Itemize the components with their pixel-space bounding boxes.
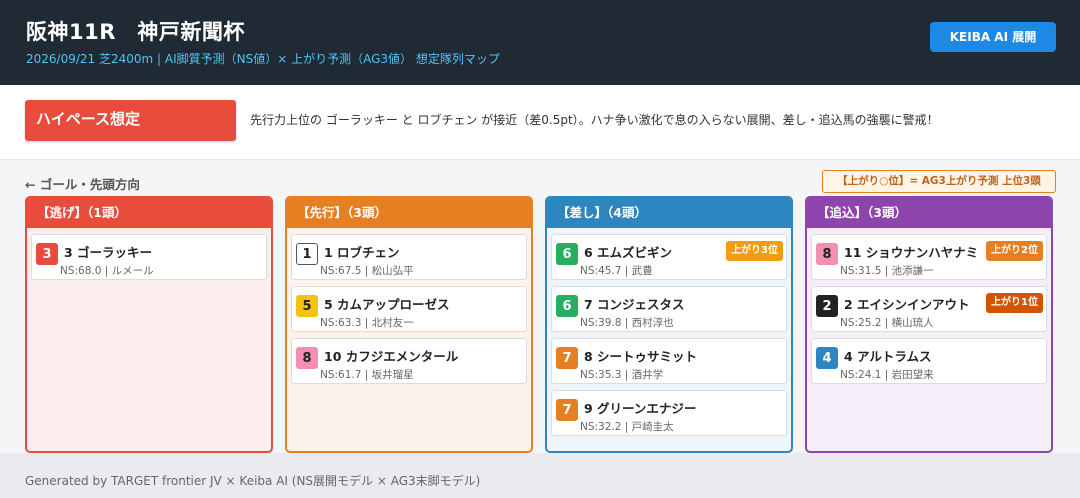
footer-credit: Generated by TARGET frontier JV × Keiba …	[25, 474, 481, 488]
gate-number: 6	[556, 243, 578, 265]
gate-number: 6	[556, 295, 578, 317]
horse-name: 1 ロブチェン	[324, 245, 400, 260]
keiba-ai-button[interactable]: KEIBA AI 展開	[930, 22, 1056, 52]
gate-number: 8	[816, 243, 838, 265]
horse-card[interactable]: 5 5 カムアップローゼス NS:63.3 | 北村友一	[291, 286, 527, 332]
pace-description: 先行力上位の ゴーラッキー と ロブチェン が接近（差0.5pt）。ハナ争い激化…	[250, 113, 939, 127]
column-body-sashi: 6 6 エムズビギン NS:45.7 | 武豊 上がり3位 6 7 コンジェスタ…	[547, 228, 791, 451]
horse-name: 8 シートゥサミット	[584, 349, 698, 364]
horse-name: 10 カフジエメンタール	[324, 349, 459, 364]
horse-card[interactable]: 1 1 ロブチェン NS:67.5 | 松山弘平	[291, 234, 527, 280]
horse-card[interactable]: 7 9 グリーンエナジー NS:32.2 | 戸崎圭太	[551, 390, 787, 436]
horse-card[interactable]: 8 10 カフジエメンタール NS:61.7 | 坂井瑠星	[291, 338, 527, 384]
pace-badge: ハイペース想定	[25, 100, 236, 141]
gate-number: 7	[556, 399, 578, 421]
race-subtitle: 2026/09/21 芝2400m | AI脚質予測（NS値）× 上がり予測（A…	[26, 52, 500, 66]
column-body-senko: 1 1 ロブチェン NS:67.5 | 松山弘平 5 5 カムアップローゼス N…	[287, 228, 531, 451]
gate-number: 8	[296, 347, 318, 369]
horse-meta: NS:63.3 | 北村友一	[320, 317, 414, 329]
gate-number: 5	[296, 295, 318, 317]
gate-number: 7	[556, 347, 578, 369]
horse-name: 5 カムアップローゼス	[324, 297, 450, 312]
horse-meta: NS:68.0 | ルメール	[60, 265, 154, 277]
column-body-nige: 3 3 ゴーラッキー NS:68.0 | ルメール	[27, 228, 271, 451]
gate-number: 1	[296, 243, 318, 265]
page-footer: Generated by TARGET frontier JV × Keiba …	[0, 453, 1080, 498]
horse-name: 6 エムズビギン	[584, 245, 673, 260]
horse-name: 3 ゴーラッキー	[64, 245, 153, 260]
horse-name: 7 コンジェスタス	[584, 297, 685, 312]
horse-card[interactable]: 8 11 ショウナンハヤナミ NS:31.5 | 池添謙一 上がり2位	[811, 234, 1047, 280]
agari-legend-note: 【上がり○位】= AG3上がり予測 上位3頭	[822, 170, 1056, 193]
pace-banner: ハイペース想定 先行力上位の ゴーラッキー と ロブチェン が接近（差0.5pt…	[0, 85, 1080, 160]
page-header: 阪神11R 神戸新聞杯 2026/09/21 芝2400m | AI脚質予測（N…	[0, 0, 1080, 85]
gate-number: 4	[816, 347, 838, 369]
horse-card[interactable]: 4 4 アルトラムス NS:24.1 | 岩田望来	[811, 338, 1047, 384]
gate-number: 2	[816, 295, 838, 317]
horse-card[interactable]: 7 8 シートゥサミット NS:35.3 | 酒井学	[551, 338, 787, 384]
gate-number: 3	[36, 243, 58, 265]
horse-name: 2 エイシンインアウト	[844, 297, 970, 312]
goal-direction-label: ← ゴール・先頭方向	[25, 177, 140, 192]
column-header-senko: 【先行】（3頭）	[287, 198, 531, 228]
column-oikomi: 【追込】（3頭） 8 11 ショウナンハヤナミ NS:31.5 | 池添謙一 上…	[805, 196, 1053, 453]
horse-name: 4 アルトラムス	[844, 349, 932, 364]
column-header-nige: 【逃げ】（1頭）	[27, 198, 271, 228]
column-senko: 【先行】（3頭） 1 1 ロブチェン NS:67.5 | 松山弘平 5 5 カム…	[285, 196, 533, 453]
horse-card[interactable]: 6 6 エムズビギン NS:45.7 | 武豊 上がり3位	[551, 234, 787, 280]
race-title: 阪神11R 神戸新聞杯	[26, 20, 245, 44]
agari-rank-badge: 上がり2位	[986, 241, 1043, 261]
horse-name: 11 ショウナンハヤナミ	[844, 245, 979, 260]
horse-meta: NS:35.3 | 酒井学	[580, 369, 664, 381]
horse-card[interactable]: 6 7 コンジェスタス NS:39.8 | 西村淳也	[551, 286, 787, 332]
agari-rank-badge: 上がり3位	[726, 241, 783, 261]
column-nige: 【逃げ】（1頭） 3 3 ゴーラッキー NS:68.0 | ルメール	[25, 196, 273, 453]
horse-meta: NS:67.5 | 松山弘平	[320, 265, 414, 277]
horse-meta: NS:45.7 | 武豊	[580, 265, 653, 277]
horse-name: 9 グリーンエナジー	[584, 401, 697, 416]
horse-meta: NS:32.2 | 戸崎圭太	[580, 421, 674, 433]
horse-meta: NS:61.7 | 坂井瑠星	[320, 369, 414, 381]
horse-meta: NS:39.8 | 西村淳也	[580, 317, 674, 329]
column-header-oikomi: 【追込】（3頭）	[807, 198, 1051, 228]
column-body-oikomi: 8 11 ショウナンハヤナミ NS:31.5 | 池添謙一 上がり2位 2 2 …	[807, 228, 1051, 451]
horse-meta: NS:25.2 | 横山琉人	[840, 317, 934, 329]
horse-meta: NS:31.5 | 池添謙一	[840, 265, 934, 277]
horse-meta: NS:24.1 | 岩田望来	[840, 369, 934, 381]
horse-card[interactable]: 3 3 ゴーラッキー NS:68.0 | ルメール	[31, 234, 267, 280]
horse-card[interactable]: 2 2 エイシンインアウト NS:25.2 | 横山琉人 上がり1位	[811, 286, 1047, 332]
agari-rank-badge: 上がり1位	[986, 293, 1043, 313]
column-header-sashi: 【差し】（4頭）	[547, 198, 791, 228]
column-sashi: 【差し】（4頭） 6 6 エムズビギン NS:45.7 | 武豊 上がり3位 6…	[545, 196, 793, 453]
